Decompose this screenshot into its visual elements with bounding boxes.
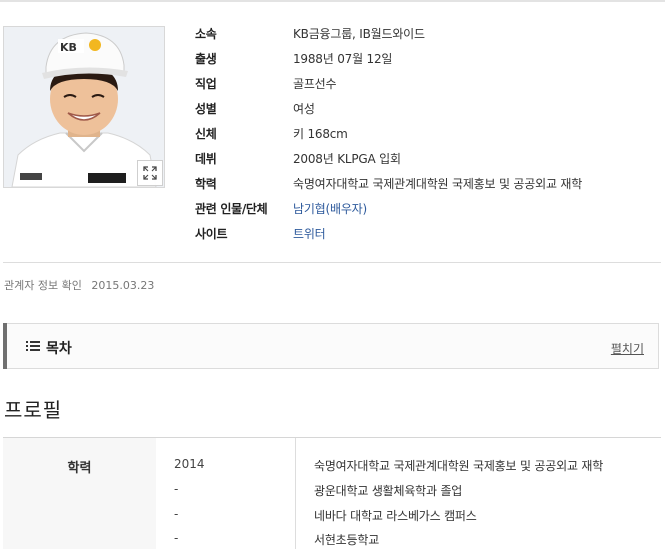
twitter-link[interactable]: 트위터 [293, 225, 326, 242]
info-value: 골프선수 [293, 77, 337, 91]
info-row-gender: 성별 여성 [195, 96, 655, 121]
info-label: 사이트 [195, 227, 228, 241]
info-value: 2008년 KLPGA 입회 [293, 152, 401, 166]
info-value: 키 168cm [293, 127, 348, 141]
toc-expand-link[interactable]: 펼치기 [611, 340, 644, 357]
edu-year: - [174, 482, 179, 496]
related-person-link[interactable]: 남기협(배우자) [293, 200, 367, 217]
table-row: 2014 숙명여자대학교 국제관계대학원 국제홍보 및 공공외교 재학 [3, 457, 661, 482]
info-value: 여성 [293, 102, 315, 116]
info-value: KB금융그룹, IB월드와이드 [293, 27, 425, 41]
info-row-body: 신체 키 168cm [195, 121, 655, 146]
confirmation-note: 관계자 정보 확인 2015.03.23 [4, 277, 154, 293]
info-label: 직업 [195, 77, 217, 91]
info-label: 소속 [195, 27, 217, 41]
info-row-debut: 데뷔 2008년 KLPGA 입회 [195, 146, 655, 171]
section-title: 프로필 [4, 398, 63, 422]
table-row: - 서현초등학교 [3, 531, 661, 556]
confirmation-date: 2015.03.23 [91, 279, 155, 292]
info-row-birth: 출생 1988년 07월 12일 [195, 46, 655, 71]
edu-school: 숙명여자대학교 국제관계대학원 국제홍보 및 공공외교 재학 [314, 459, 604, 473]
expand-photo-button[interactable] [137, 160, 163, 186]
info-row-related: 관련 인물/단체 남기협(배우자) [195, 196, 655, 221]
info-label: 관련 인물/단체 [195, 202, 268, 216]
profile-table: 학력 2014 숙명여자대학교 국제관계대학원 국제홍보 및 공공외교 재학 -… [3, 437, 661, 549]
info-label: 학력 [195, 177, 217, 191]
list-icon [26, 340, 40, 356]
divider [3, 262, 661, 263]
edu-school: 광운대학교 생활체육학과 졸업 [314, 484, 463, 498]
info-row-education: 학력 숙명여자대학교 국제관계대학원 국제홍보 및 공공외교 재학 [195, 171, 655, 196]
info-label: 데뷔 [195, 152, 217, 166]
info-row-site: 사이트 트위터 [195, 221, 655, 246]
toc-accent-bar [3, 323, 7, 369]
toc-title-label: 목차 [46, 341, 72, 357]
info-label: 출생 [195, 52, 217, 66]
info-label: 신체 [195, 127, 217, 141]
top-divider [0, 0, 665, 2]
info-row-job: 직업 골프선수 [195, 71, 655, 96]
toc-title: 목차 [26, 338, 72, 358]
edu-year: - [174, 531, 179, 545]
table-row: - 네바다 대학교 라스베가스 캠퍼스 [3, 507, 661, 532]
info-value: 숙명여자대학교 국제관계대학원 국제홍보 및 공공외교 재학 [293, 177, 583, 191]
profile-photo[interactable]: KB [3, 26, 165, 188]
edu-year: 2014 [174, 457, 205, 471]
edu-year: - [174, 507, 179, 521]
info-label: 성별 [195, 102, 217, 116]
table-row: - 광운대학교 생활체육학과 졸업 [3, 482, 661, 507]
expand-icon [143, 166, 157, 180]
edu-school: 서현초등학교 [314, 533, 380, 547]
table-of-contents: 목차 펼치기 [3, 323, 659, 369]
info-value: 1988년 07월 12일 [293, 52, 393, 66]
info-row-affiliation: 소속 KB금융그룹, IB월드와이드 [195, 21, 655, 46]
confirmation-label: 관계자 정보 확인 [4, 279, 82, 292]
edu-school: 네바다 대학교 라스베가스 캠퍼스 [314, 509, 477, 523]
profile-info-list: 소속 KB금융그룹, IB월드와이드 출생 1988년 07월 12일 직업 골… [195, 21, 655, 246]
svg-text:KB: KB [60, 41, 77, 54]
